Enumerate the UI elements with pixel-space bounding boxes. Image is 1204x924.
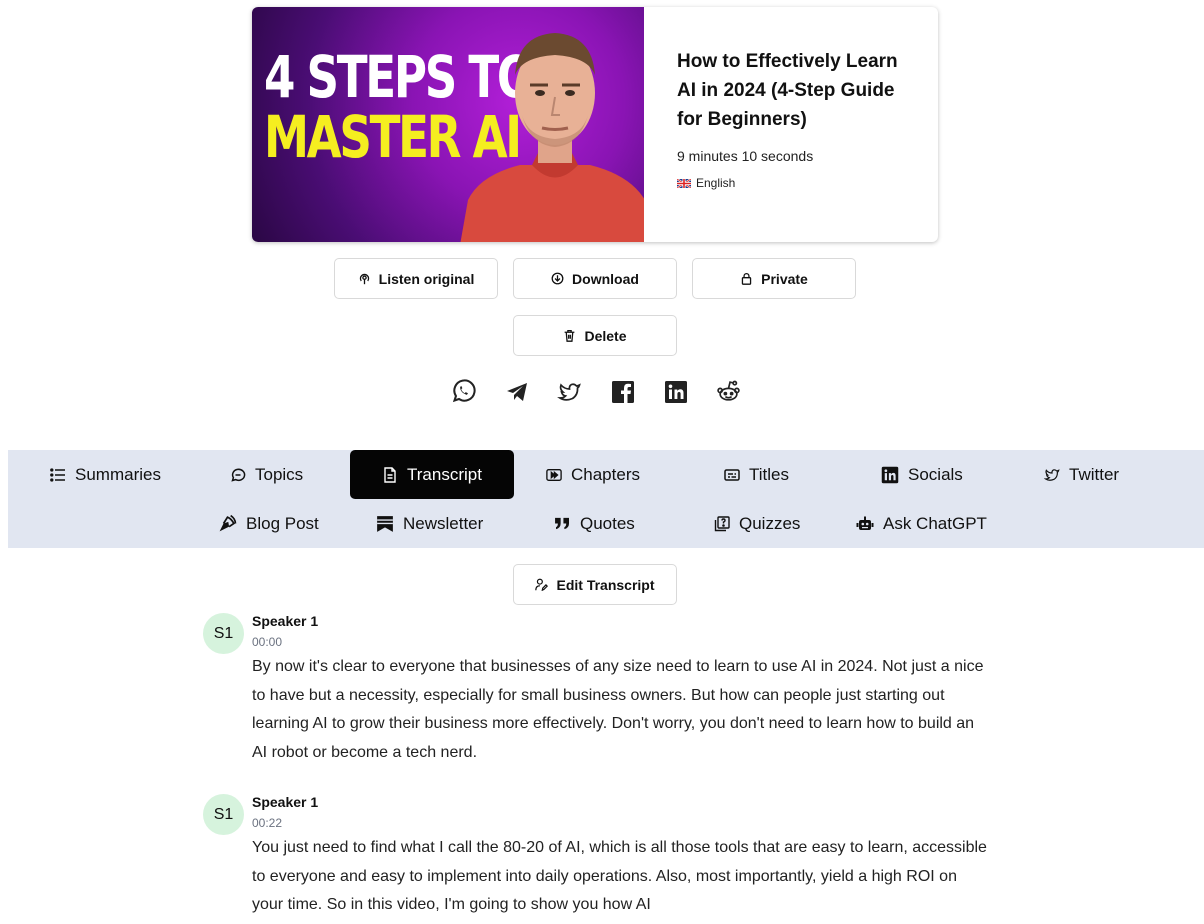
list-icon: [50, 467, 65, 482]
tab-socials[interactable]: Socials: [881, 450, 963, 499]
user-edit-icon: [535, 578, 549, 591]
transcript-entry: S1 Speaker 1 00:22 You just need to find…: [203, 794, 1003, 924]
video-language: English: [677, 176, 908, 190]
trash-icon: [565, 329, 575, 342]
quiz-icon: [714, 515, 730, 531]
video-title: How to Effectively Learn AI in 2024 (4-S…: [677, 51, 898, 130]
speaker-name[interactable]: Speaker 1: [252, 613, 318, 629]
download-label: Download: [572, 270, 639, 287]
tab-label: Transcript: [407, 464, 482, 484]
download-icon: [551, 272, 564, 285]
tab-label: Socials: [908, 464, 963, 484]
video-duration: 9 minutes 10 seconds: [677, 148, 814, 164]
twitter-icon: [1044, 468, 1060, 481]
edit-transcript-button[interactable]: Edit Transcript: [513, 564, 677, 605]
tab-quotes[interactable]: Quotes: [554, 499, 635, 548]
tab-label: Summaries: [75, 464, 161, 484]
tab-titles[interactable]: Titles: [724, 450, 789, 499]
tab-label: Twitter: [1069, 464, 1120, 484]
whatsapp-icon[interactable]: [448, 378, 479, 405]
tab-transcript[interactable]: Transcript: [350, 450, 514, 499]
listen-original-label: Listen original: [378, 270, 475, 287]
speaker-avatar: S1: [203, 794, 244, 835]
feature-tabs: Summaries Topics Transcript Chapters Tit…: [8, 450, 1204, 548]
presenter-image: [460, 33, 644, 242]
tab-blog-post[interactable]: Blog Post: [218, 499, 319, 548]
timestamp[interactable]: 00:22: [252, 816, 282, 830]
tab-label: Ask ChatGPT: [883, 513, 987, 533]
timestamp[interactable]: 00:00: [252, 635, 282, 649]
tab-label: Newsletter: [403, 513, 484, 533]
tab-label: Blog Post: [246, 513, 319, 533]
private-button[interactable]: Private: [692, 258, 856, 299]
podcast-icon: [359, 273, 369, 285]
quote-icon: [555, 517, 569, 530]
tab-label: Chapters: [571, 464, 640, 484]
video-info: How to Effectively Learn AI in 2024 (4-S…: [644, 7, 938, 242]
facebook-icon[interactable]: [607, 378, 638, 405]
tab-label: Titles: [749, 464, 789, 484]
reddit-icon[interactable]: [713, 378, 744, 405]
edit-transcript-label: Edit Transcript: [556, 576, 655, 593]
tab-chapters[interactable]: Chapters: [546, 450, 640, 499]
linkedin-icon[interactable]: [660, 378, 691, 405]
transcript-text: You just need to find what I call the 80…: [252, 839, 987, 913]
video-thumbnail[interactable]: 4 STEPS TO MASTER AI: [252, 7, 644, 242]
speaker-name[interactable]: Speaker 1: [252, 794, 318, 810]
private-label: Private: [761, 270, 808, 287]
uk-flag-icon: [677, 178, 691, 188]
video-card: 4 STEPS TO MASTER AI How to Effectively …: [252, 7, 938, 242]
lock-icon: [741, 272, 752, 285]
linkedin-icon: [881, 466, 899, 483]
speaker-avatar: S1: [203, 613, 244, 654]
transcript-text: By now it's clear to everyone that busin…: [252, 658, 984, 761]
delete-button[interactable]: Delete: [513, 315, 677, 356]
chat-bubble-icon: [231, 468, 246, 482]
language-label: English: [696, 176, 736, 190]
tab-quizzes[interactable]: Quizzes: [714, 499, 800, 548]
tab-label: Topics: [255, 464, 304, 484]
pen-nib-icon: [219, 514, 237, 532]
document-icon: [384, 466, 396, 483]
tab-twitter[interactable]: Twitter: [1044, 450, 1119, 499]
tab-topics[interactable]: Topics: [230, 450, 303, 499]
download-button[interactable]: Download: [513, 258, 677, 299]
robot-icon: [856, 516, 874, 530]
transcript-entry: S1 Speaker 1 00:00 By now it's clear to …: [203, 613, 1003, 773]
telegram-icon[interactable]: [501, 378, 532, 405]
play-forward-icon: [546, 468, 562, 481]
tab-label: Quotes: [580, 513, 635, 533]
share-icons: [448, 378, 744, 405]
listen-original-button[interactable]: Listen original: [334, 258, 498, 299]
tab-newsletter[interactable]: Newsletter: [376, 499, 483, 548]
twitter-icon[interactable]: [554, 378, 585, 405]
newspaper-icon: [377, 515, 393, 532]
caption-icon: [724, 468, 740, 481]
tab-summaries[interactable]: Summaries: [50, 450, 161, 499]
tab-label: Quizzes: [739, 513, 801, 533]
tab-ask-chatgpt[interactable]: Ask ChatGPT: [856, 499, 987, 548]
delete-label: Delete: [584, 327, 627, 344]
